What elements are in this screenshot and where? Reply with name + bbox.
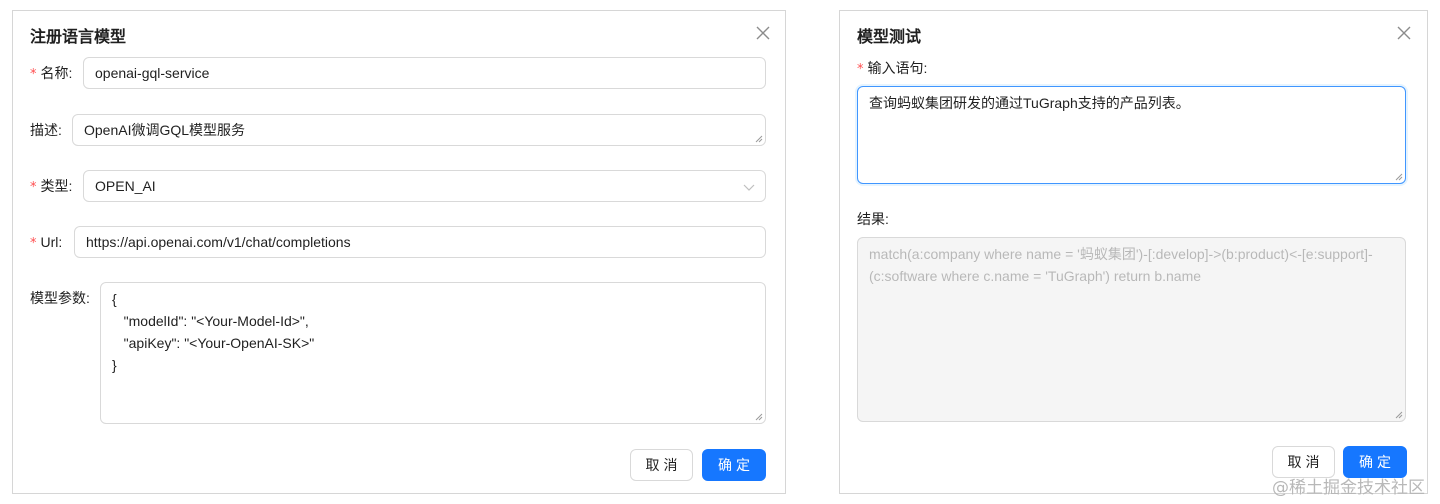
register-model-dialog: 注册语言模型 * 名称: openai-gql-service 描述: OpenA… bbox=[12, 10, 786, 494]
input-statement-label: * 输入语句: bbox=[857, 60, 928, 77]
input-statement-textarea[interactable]: 查询蚂蚁集团研发的通过TuGraph支持的产品列表。 bbox=[857, 86, 1406, 184]
model-test-dialog: 模型测试 * 输入语句: 查询蚂蚁集团研发的通过TuGraph支持的产品列表。 结… bbox=[839, 10, 1428, 494]
params-line: "modelId": "<Your-Model-Id>", bbox=[112, 313, 309, 329]
url-value: https://api.openai.com/v1/chat/completio… bbox=[86, 234, 351, 250]
close-button[interactable] bbox=[753, 23, 773, 43]
params-line: "apiKey": "<Your-OpenAI-SK>" bbox=[112, 335, 315, 351]
description-value: OpenAI微调GQL模型服务 bbox=[84, 122, 246, 138]
description-label: 描述: bbox=[30, 122, 62, 138]
params-textarea[interactable]: { "modelId": "<Your-Model-Id>", "apiKey"… bbox=[100, 282, 766, 424]
close-button[interactable] bbox=[1394, 23, 1414, 43]
type-label: * 类型: bbox=[30, 178, 73, 195]
resize-grip-icon[interactable] bbox=[1394, 172, 1403, 181]
result-label: 结果: bbox=[857, 211, 889, 227]
input-statement-value: 查询蚂蚁集团研发的通过TuGraph支持的产品列表。 bbox=[869, 95, 1190, 111]
name-label: * 名称: bbox=[30, 65, 73, 82]
result-textarea: match(a:company where name = '蚂蚁集团')-[:d… bbox=[857, 237, 1406, 422]
dialog-title: 注册语言模型 bbox=[30, 29, 127, 46]
resize-grip-icon[interactable] bbox=[754, 412, 763, 421]
close-icon bbox=[756, 26, 770, 40]
resize-grip-icon[interactable] bbox=[754, 134, 763, 143]
url-input[interactable]: https://api.openai.com/v1/chat/completio… bbox=[74, 226, 766, 258]
cancel-button[interactable]: 取消 bbox=[1272, 446, 1335, 478]
type-select[interactable]: OPEN_AI bbox=[83, 170, 766, 202]
required-mark: * bbox=[30, 236, 37, 251]
required-mark: * bbox=[857, 62, 864, 77]
url-label: * Url: bbox=[30, 234, 63, 251]
params-label: 模型参数: bbox=[30, 290, 90, 306]
params-line: { bbox=[112, 291, 117, 307]
type-value: OPEN_AI bbox=[95, 178, 156, 194]
result-value: match(a:company where name = '蚂蚁集团')-[:d… bbox=[869, 246, 1373, 284]
required-mark: * bbox=[30, 67, 37, 82]
required-mark: * bbox=[30, 180, 37, 195]
name-value: openai-gql-service bbox=[95, 65, 210, 81]
ok-button[interactable]: 确定 bbox=[1343, 446, 1407, 478]
cancel-button[interactable]: 取消 bbox=[630, 449, 693, 481]
watermark: @稀土掘金技术社区 bbox=[1272, 478, 1425, 498]
resize-grip-icon bbox=[1394, 410, 1403, 419]
name-input[interactable]: openai-gql-service bbox=[83, 57, 766, 89]
params-line: } bbox=[112, 357, 117, 373]
chevron-down-icon bbox=[743, 181, 755, 193]
close-icon bbox=[1397, 26, 1411, 40]
description-textarea[interactable]: OpenAI微调GQL模型服务 bbox=[72, 114, 766, 146]
ok-button[interactable]: 确定 bbox=[702, 449, 766, 481]
dialog-title: 模型测试 bbox=[857, 29, 922, 46]
